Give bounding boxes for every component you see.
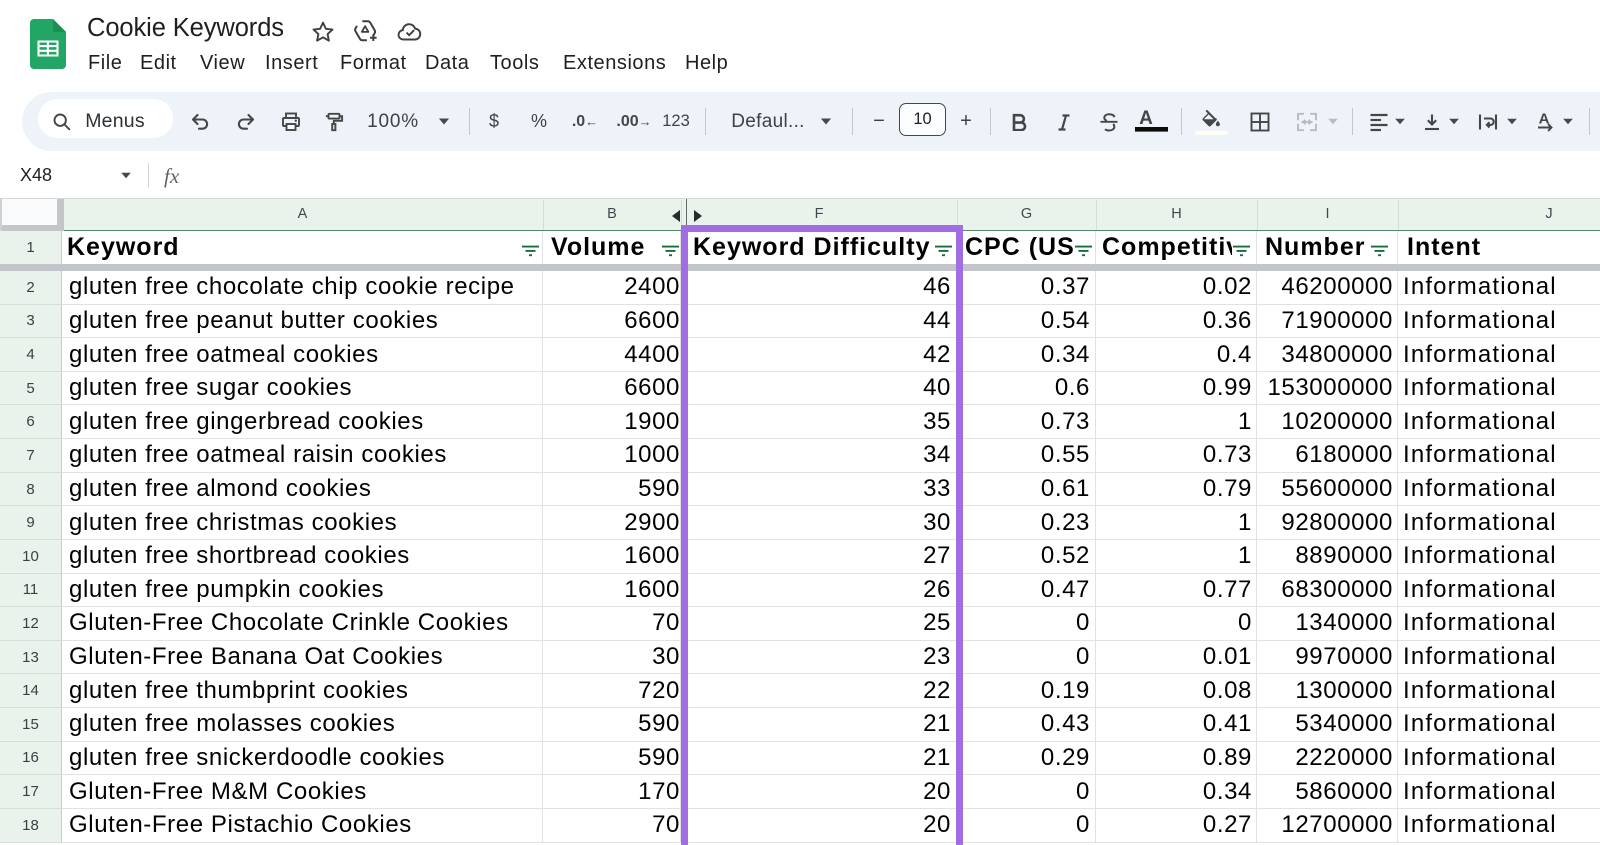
svg-text:A: A xyxy=(1139,109,1153,129)
svg-text:fx: fx xyxy=(164,164,180,188)
